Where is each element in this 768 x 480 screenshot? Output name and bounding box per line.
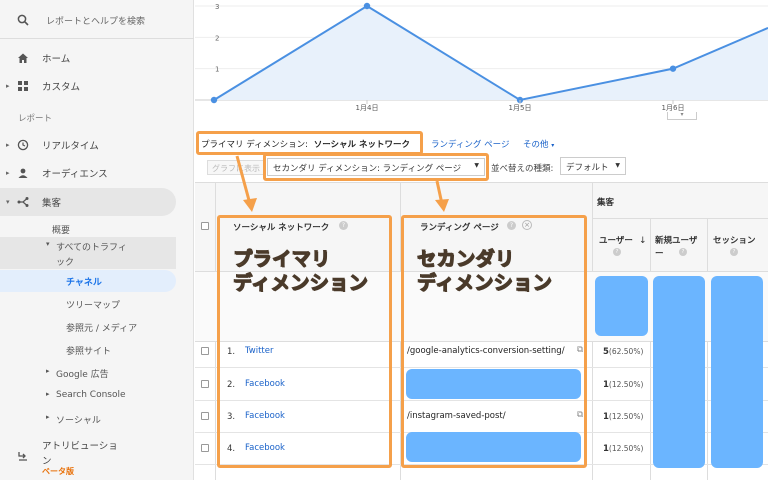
caret-right-icon: ▸ [46, 390, 50, 398]
caret-right-icon: ▸ [6, 141, 10, 149]
caret-right-icon: ▸ [46, 367, 50, 375]
caret-down-icon: ▾ [46, 240, 50, 248]
sidebar-item-treemap[interactable]: ツリーマップ [66, 298, 120, 311]
sidebar-item-label: 集客 [42, 198, 62, 209]
sidebar-item-label: ホーム [42, 54, 71, 65]
caret-down-icon: ▾ [6, 198, 10, 206]
sidebar-item-label: リアルタイム [42, 141, 99, 152]
clock-icon [16, 138, 30, 152]
beta-badge: ベータ版 [42, 467, 74, 476]
dashboard-icon [16, 79, 30, 93]
search-icon [16, 13, 30, 27]
person-icon [16, 166, 30, 180]
sidebar-item-source-medium[interactable]: 参照元 / メディア [66, 321, 137, 334]
home-icon [16, 51, 30, 65]
main-content: 123 1月4日 1月5日 1月6日 ▾ プライマリ ディメンション: ソーシャル … [195, 0, 768, 480]
sidebar-item-google-ads[interactable]: Google 広告 [56, 367, 109, 380]
arrow-line [235, 155, 252, 205]
acquisition-icon [16, 195, 30, 209]
sidebar-item-channels[interactable]: チャネル [66, 275, 102, 288]
divider [0, 38, 194, 39]
annotation-arrows [235, 155, 449, 212]
sidebar-item-referrals[interactable]: 参照サイト [66, 344, 111, 357]
sidebar-item-social[interactable]: ソーシャル [56, 413, 101, 426]
sidebar-item-all-traffic-cont: ック [56, 258, 75, 268]
sidebar-item-label: アトリビューショ [42, 441, 118, 452]
sidebar-item-label: オーディエンス [42, 169, 108, 180]
arrow-head [243, 198, 257, 212]
sidebar-item-acquisition[interactable]: ▾ 集客 [0, 194, 194, 210]
sidebar-item-label: カスタム [42, 82, 81, 93]
sidebar-item-realtime[interactable]: ▸ リアルタイム [0, 137, 194, 153]
sidebar-item-search-console[interactable]: Search Console [56, 390, 126, 400]
sidebar-item-label-cont: ン [42, 456, 52, 467]
sidebar-item-overview[interactable]: 概要 [52, 223, 70, 236]
caret-right-icon: ▸ [46, 413, 50, 421]
sidebar-item-all-traffic[interactable]: すべてのトラフィ [56, 240, 127, 253]
sidebar: レポートとヘルプを検索 ホーム ▸ カスタム レポート ▸ リアルタイム ▸ オ… [0, 0, 194, 480]
sidebar-search[interactable]: レポートとヘルプを検索 [0, 12, 194, 28]
attribution-icon [16, 449, 30, 463]
search-label: レポートとヘルプを検索 [46, 16, 146, 27]
caret-right-icon: ▸ [6, 82, 10, 90]
arrow-head [435, 199, 449, 212]
sidebar-item-custom[interactable]: ▸ カスタム [0, 78, 194, 94]
sidebar-item-home[interactable]: ホーム [0, 50, 194, 66]
caret-right-icon: ▸ [6, 169, 10, 177]
sidebar-item-audience[interactable]: ▸ オーディエンス [0, 165, 194, 181]
report-section-header: レポート [18, 114, 53, 124]
